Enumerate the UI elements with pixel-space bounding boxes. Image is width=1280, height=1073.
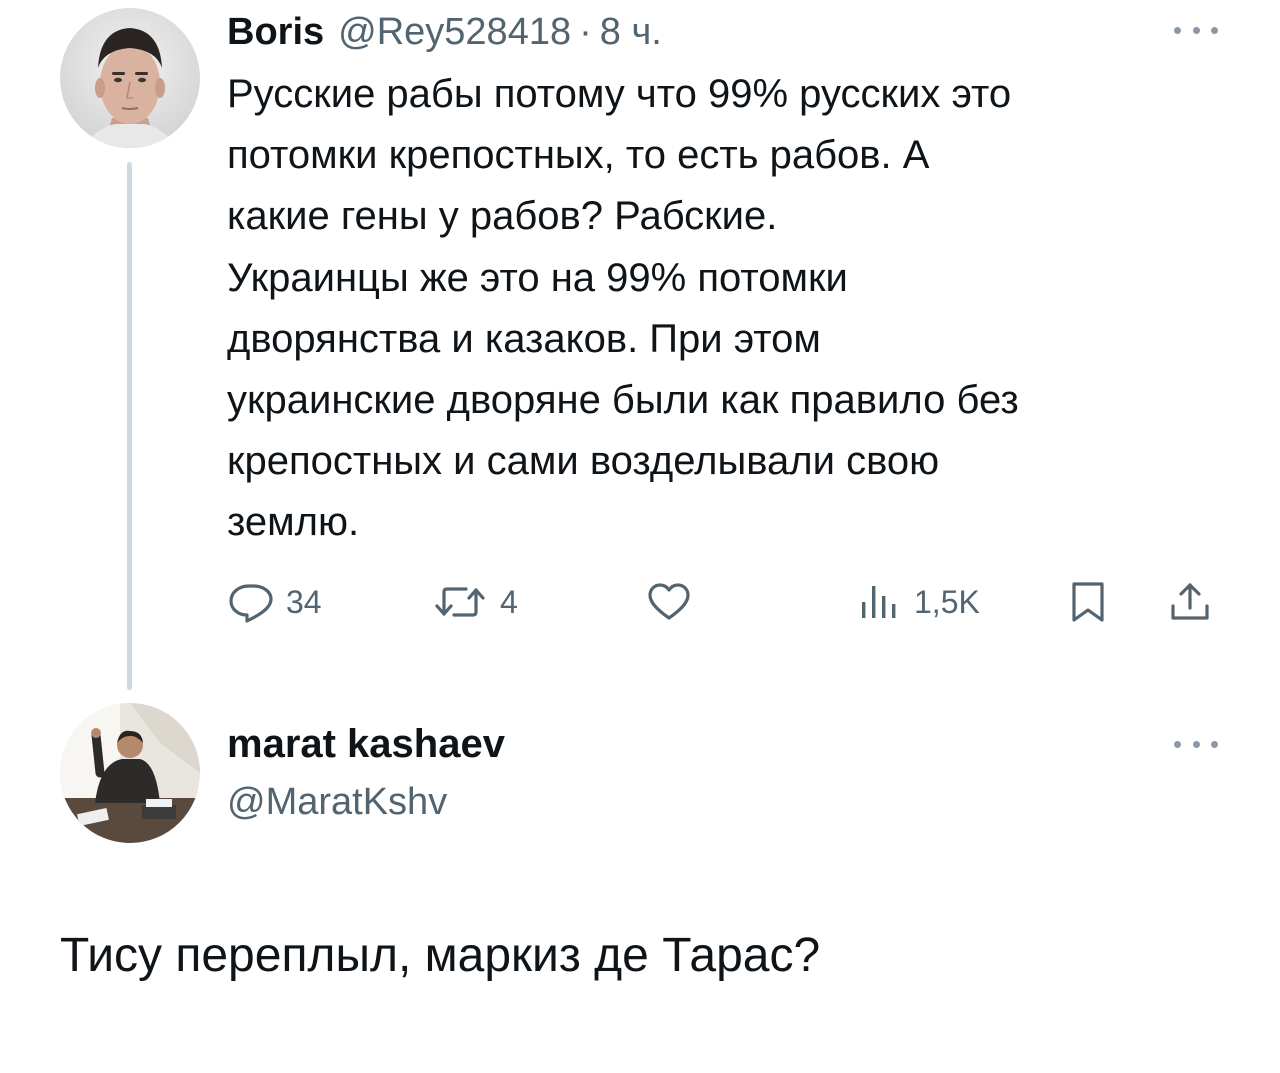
more-icon[interactable] bbox=[1174, 22, 1218, 38]
views-button[interactable]: 1,5K bbox=[858, 580, 980, 624]
views-icon bbox=[862, 586, 896, 618]
tweet-body-line: Русские рабы потому что 99% русских это bbox=[227, 72, 1012, 116]
like-icon bbox=[648, 583, 690, 620]
retweet-count: 4 bbox=[500, 583, 518, 620]
bookmark-button[interactable] bbox=[1068, 580, 1108, 624]
reply-tweet-body: Тису переплыл, маркиз де Тарас? bbox=[60, 929, 821, 982]
bookmark-icon bbox=[1072, 582, 1104, 622]
retweet-icon bbox=[435, 587, 485, 617]
avatar-boris-image bbox=[60, 8, 200, 148]
separator-dot: · bbox=[579, 10, 592, 53]
reply-count: 34 bbox=[286, 583, 322, 620]
tweet-body-line: землю. bbox=[227, 500, 360, 545]
tweet-body-line: дворянства и казаков. При этом bbox=[227, 316, 821, 361]
thread-connector-line bbox=[127, 162, 132, 690]
tweet-body: Русские рабы потому что 99% русских это … bbox=[227, 64, 1237, 554]
share-icon bbox=[1171, 583, 1209, 620]
author-display-name[interactable]: Boris bbox=[227, 11, 324, 54]
reply-button[interactable]: 34 bbox=[228, 580, 322, 624]
reply-icon bbox=[229, 584, 273, 623]
share-button[interactable] bbox=[1168, 580, 1212, 624]
tweet-body-line: крепостных и сами возделывали свою bbox=[227, 439, 940, 484]
tweet-header: Boris @Rey528418 · 8 ч. bbox=[227, 8, 662, 56]
author-handle[interactable]: @Rey528418 bbox=[338, 11, 571, 54]
retweet-button[interactable]: 4 bbox=[432, 580, 518, 624]
tweet-body-line: украинские дворяне были как правило без bbox=[227, 377, 1019, 422]
tweet-body-line: потомки крепостных, то есть рабов. А bbox=[227, 133, 930, 178]
more-icon[interactable] bbox=[1174, 736, 1218, 752]
reply-author-display-name[interactable]: marat kashaev bbox=[227, 722, 505, 767]
tweet-timestamp[interactable]: 8 ч. bbox=[600, 11, 662, 54]
avatar-boris[interactable] bbox=[60, 8, 200, 148]
like-button[interactable] bbox=[646, 580, 704, 624]
avatar-marat[interactable] bbox=[60, 703, 200, 843]
tweet-body-line: Украинцы же это на 99% потомки bbox=[227, 255, 848, 300]
reply-author-handle[interactable]: @MaratKshv bbox=[227, 781, 447, 824]
avatar-marat-image bbox=[60, 703, 200, 843]
views-count: 1,5K bbox=[914, 583, 980, 620]
tweet-body-line: какие гены у рабов? Рабские. bbox=[227, 194, 778, 239]
